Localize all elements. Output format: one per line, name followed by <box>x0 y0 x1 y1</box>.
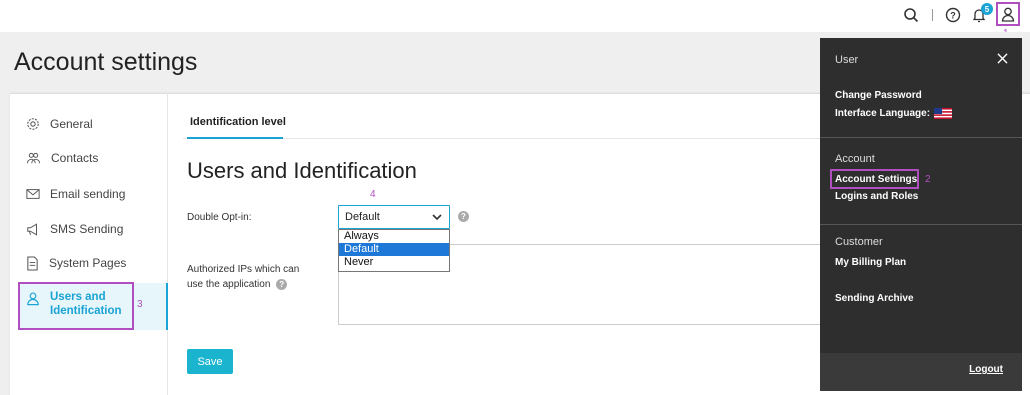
annotation-number: 3 <box>137 299 143 310</box>
megaphone-icon <box>27 222 37 236</box>
sidebar-item-sms-sending[interactable]: SMS Sending <box>26 219 123 239</box>
change-password-link[interactable]: Change Password <box>835 90 922 101</box>
account-heading: Account <box>835 153 875 165</box>
double-optin-label: Double Opt-in: <box>187 212 252 223</box>
sending-archive-link[interactable]: Sending Archive <box>835 293 914 304</box>
sidebar-item-label: SMS Sending <box>50 222 124 236</box>
sidebar-item-general[interactable]: General <box>26 114 93 134</box>
billing-plan-link[interactable]: My Billing Plan <box>835 257 906 268</box>
sidebar-item-email-sending[interactable]: Email sending <box>26 184 125 204</box>
interface-language-link[interactable]: Interface Language: <box>835 108 953 119</box>
svg-text:?: ? <box>950 11 956 21</box>
sidebar-item-contacts[interactable]: Contacts <box>26 148 98 168</box>
option-default[interactable]: Default <box>339 243 449 256</box>
gear-icon <box>27 118 39 130</box>
top-bar: ? 5 1 <box>0 0 1030 39</box>
save-button[interactable]: Save <box>187 349 233 374</box>
help-icon[interactable]: ? <box>458 211 469 222</box>
divider <box>932 9 933 21</box>
logout-link[interactable]: Logout <box>969 364 1003 375</box>
option-always[interactable]: Always <box>339 230 449 243</box>
select-value: Default <box>345 211 380 223</box>
annotation-box <box>830 169 919 189</box>
contacts-icon <box>26 152 41 164</box>
annotation-number: 2 <box>925 174 931 185</box>
help-icon[interactable]: ? <box>944 6 962 24</box>
double-optin-dropdown: Always Default Never <box>338 229 450 272</box>
page-title: Account settings <box>14 48 198 76</box>
user-icon <box>1001 7 1015 22</box>
customer-heading: Customer <box>835 236 883 248</box>
close-icon[interactable] <box>997 53 1008 64</box>
envelope-icon <box>26 189 40 199</box>
user-heading: User <box>835 54 859 66</box>
sidebar-item-label: Email sending <box>50 187 126 201</box>
notification-badge: 5 <box>981 3 993 15</box>
user-menu-button[interactable] <box>996 2 1020 26</box>
annotation-box <box>18 282 134 330</box>
sidebar-item-system-pages[interactable]: System Pages <box>26 253 126 273</box>
sidebar-item-label: General <box>50 117 93 131</box>
authorized-ips-label: Authorized IPs which can use the applica… <box>187 264 300 290</box>
option-never[interactable]: Never <box>339 256 449 269</box>
tab-active-indicator <box>187 137 283 139</box>
divider <box>820 137 1022 138</box>
annotation-number: 4 <box>370 189 376 200</box>
divider <box>820 224 1022 225</box>
help-icon[interactable]: ? <box>276 278 288 290</box>
user-menu-panel: User Change Password Interface Language:… <box>820 38 1022 391</box>
tab-identification-level[interactable]: Identification level <box>190 116 286 128</box>
us-flag-icon <box>934 108 953 119</box>
logins-roles-link[interactable]: Logins and Roles <box>835 191 918 202</box>
page-icon <box>27 255 38 271</box>
sidebar-item-label: System Pages <box>49 256 127 270</box>
chevron-down-icon <box>432 214 442 221</box>
double-optin-select[interactable]: Default <box>338 205 450 229</box>
search-icon[interactable] <box>902 6 920 24</box>
settings-sidebar <box>10 93 168 395</box>
section-title: Users and Identification <box>187 158 417 183</box>
sidebar-item-label: Contacts <box>51 151 99 165</box>
